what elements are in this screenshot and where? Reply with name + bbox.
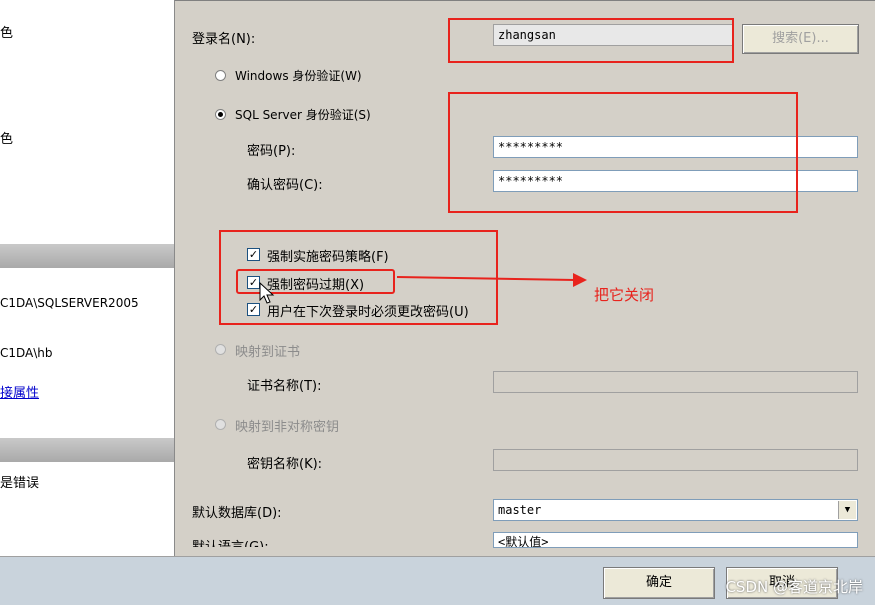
cert-name-input[interactable] (493, 371, 858, 393)
windows-auth-label: Windows 身份验证(W) (235, 69, 362, 83)
annotation-box-login (448, 18, 734, 63)
left-section-header-2 (0, 438, 174, 462)
server-path: C1DA\SQLSERVER2005 (0, 296, 139, 310)
left-panel: 色 色 C1DA\SQLSERVER2005 C1DA\hb 接属性 是错误 (0, 0, 175, 556)
key-name-input[interactable] (493, 449, 858, 471)
default-lang-select[interactable]: <默认值> (493, 532, 858, 548)
sql-auth-label: SQL Server 身份验证(S) (235, 108, 371, 122)
map-asym-label: 映射到非对称密钥 (235, 420, 340, 435)
map-cert-radio[interactable] (215, 344, 226, 355)
confirm-password-label: 确认密码(C): (247, 178, 323, 193)
chevron-down-icon[interactable]: ▼ (838, 501, 856, 519)
default-lang-value: <默认值> (498, 535, 549, 548)
connection-properties-link[interactable]: 接属性 (0, 382, 39, 401)
default-db-value: master (498, 503, 542, 517)
left-error-text: 是错误 (0, 476, 40, 491)
annotation-arrow (396, 273, 587, 287)
search-button[interactable]: 搜索(E)... (742, 24, 859, 54)
cert-name-label: 证书名称(T): (247, 379, 322, 394)
left-item-top: 色 (0, 26, 14, 41)
annotation-text: 把它关闭 (594, 286, 655, 304)
sql-auth-radio[interactable] (215, 109, 226, 120)
footer-bar: 确定 取消 CSDN @客道京北岸 (0, 556, 875, 605)
login-name-label: 登录名(N): (192, 32, 256, 47)
map-cert-label: 映射到证书 (235, 345, 301, 360)
cursor-icon (259, 282, 275, 304)
default-lang-label: 默认语言(G): (192, 536, 269, 547)
map-asym-radio[interactable] (215, 419, 226, 430)
left-section-header (0, 244, 174, 268)
annotation-box-password (448, 92, 798, 213)
default-db-label: 默认数据库(D): (192, 506, 282, 521)
watermark: CSDN @客道京北岸 (725, 578, 863, 596)
user-path: C1DA\hb (0, 346, 53, 360)
password-label: 密码(P): (247, 144, 296, 159)
ok-button[interactable]: 确定 (603, 567, 715, 599)
default-db-select[interactable]: master ▼ (493, 499, 858, 521)
key-name-label: 密钥名称(K): (247, 457, 323, 472)
windows-auth-radio[interactable] (215, 70, 226, 81)
left-item-mid: 色 (0, 132, 14, 147)
